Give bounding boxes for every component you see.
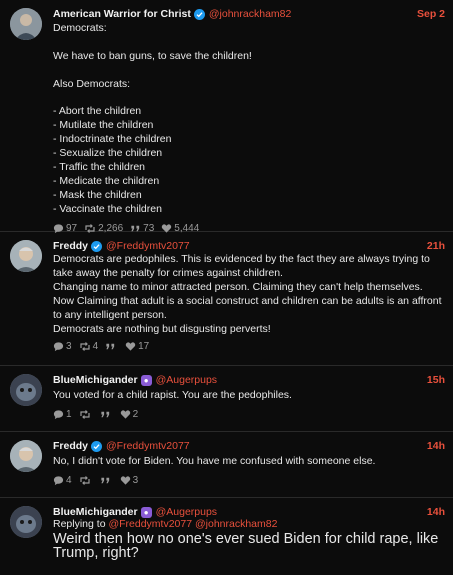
post: BlueMichigander ● @Augerpups 15h You vot… xyxy=(0,366,453,432)
author-name[interactable]: BlueMichigander xyxy=(53,506,138,518)
subscriber-icon: ● xyxy=(140,506,152,518)
subscriber-icon: ● xyxy=(140,374,152,386)
post-body: Weird then how no one's ever sued Biden … xyxy=(53,531,445,561)
post-body: You voted for a child rapist. You are th… xyxy=(53,389,445,403)
avatar[interactable] xyxy=(10,374,42,406)
verified-icon xyxy=(91,240,103,252)
post-time[interactable]: 21h xyxy=(427,240,445,252)
author-handle[interactable]: @Freddymtv2077 xyxy=(106,240,190,252)
reply-count: 1 xyxy=(66,408,72,420)
repost-button[interactable]: 4 xyxy=(79,341,99,353)
repost-button[interactable] xyxy=(79,475,93,486)
reply-button[interactable]: 4 xyxy=(53,475,72,486)
like-count: 17 xyxy=(138,341,150,353)
post-body: No, I didn't vote for Biden. You have me… xyxy=(53,455,445,469)
like-icon xyxy=(120,476,130,485)
post-actions: 4 3 xyxy=(53,475,445,486)
author-name[interactable]: Freddy xyxy=(53,240,88,252)
like-count: 2 xyxy=(132,408,139,420)
post-header: BlueMichigander ● @Augerpups 15h xyxy=(53,374,445,386)
post-time[interactable]: Sep 2 xyxy=(417,8,445,20)
like-button[interactable]: 17 xyxy=(125,341,149,352)
replying-handle[interactable]: @johnrackham82 xyxy=(195,518,277,530)
quote-button[interactable] xyxy=(100,475,113,486)
post-time[interactable]: 14h xyxy=(427,440,445,452)
like-count: 3 xyxy=(132,474,139,486)
quote-icon xyxy=(106,344,115,350)
reply-button[interactable]: 3 xyxy=(53,341,72,352)
post: Freddy @Freddymtv2077 21h Democrats are … xyxy=(0,232,453,366)
reply-icon xyxy=(53,410,64,419)
replying-handle[interactable]: @Freddymtv2077 xyxy=(108,518,192,530)
post-body: Democrats are pedophiles. This is eviden… xyxy=(53,253,445,336)
like-icon xyxy=(120,410,130,419)
avatar[interactable] xyxy=(10,8,42,40)
avatar[interactable] xyxy=(10,240,42,272)
quote-button[interactable] xyxy=(100,409,113,420)
author-name[interactable]: American Warrior for Christ xyxy=(53,8,191,20)
verified-icon xyxy=(91,440,103,452)
like-button[interactable]: 2 xyxy=(120,408,139,420)
author-handle[interactable]: @Freddymtv2077 xyxy=(106,440,190,452)
verified-icon xyxy=(193,8,205,20)
post-text: Democrats: We have to ban guns, to save … xyxy=(53,22,252,215)
reply-icon xyxy=(53,342,64,352)
like-icon xyxy=(125,342,136,352)
quote-icon xyxy=(100,477,109,484)
avatar[interactable] xyxy=(10,440,42,472)
post-text: You voted for a child rapist. You are th… xyxy=(53,389,292,401)
replying-to: Replying to @Freddymtv2077 @johnrackham8… xyxy=(53,518,445,531)
repost-icon xyxy=(79,342,90,352)
post-header: American Warrior for Christ @johnrackham… xyxy=(53,8,445,20)
reply-count: 4 xyxy=(66,474,72,486)
author-handle[interactable]: @Augerpups xyxy=(156,374,217,386)
post-time[interactable]: 14h xyxy=(427,506,445,518)
reply-icon xyxy=(53,476,64,485)
author-name[interactable]: Freddy xyxy=(53,440,88,452)
quote-icon xyxy=(100,411,109,418)
post-header: BlueMichigander ● @Augerpups 14h xyxy=(53,506,445,518)
author-name[interactable]: BlueMichigander xyxy=(53,374,138,386)
post-header: Freddy @Freddymtv2077 14h xyxy=(53,440,445,452)
quote-button[interactable] xyxy=(105,341,118,352)
post-header: Freddy @Freddymtv2077 21h xyxy=(53,240,445,252)
author-handle[interactable]: @johnrackham82 xyxy=(209,8,291,20)
post-time[interactable]: 15h xyxy=(427,374,445,386)
repost-count: 4 xyxy=(92,341,99,353)
post-text: Weird then how no one's ever sued Biden … xyxy=(53,531,443,561)
post-actions: 3 4 17 xyxy=(53,341,445,352)
repost-button[interactable] xyxy=(79,409,93,420)
post: Freddy @Freddymtv2077 14h No, I didn't v… xyxy=(0,432,453,498)
post-body: Democrats: We have to ban guns, to save … xyxy=(53,22,445,217)
author-handle[interactable]: @Augerpups xyxy=(156,506,217,518)
reply-count: 3 xyxy=(66,341,72,353)
post: BlueMichigander ● @Augerpups 14h Replyin… xyxy=(0,498,453,575)
repost-icon xyxy=(79,475,90,485)
post: American Warrior for Christ @johnrackham… xyxy=(0,0,453,234)
post-text: No, I didn't vote for Biden. You have me… xyxy=(53,455,376,467)
post-text: Democrats are pedophiles. This is eviden… xyxy=(53,253,442,335)
like-button[interactable]: 3 xyxy=(120,474,139,486)
repost-icon xyxy=(79,409,90,419)
reply-button[interactable]: 1 xyxy=(53,409,72,420)
post-actions: 1 2 xyxy=(53,409,445,420)
avatar[interactable] xyxy=(10,506,42,538)
replying-label: Replying to xyxy=(53,518,106,530)
